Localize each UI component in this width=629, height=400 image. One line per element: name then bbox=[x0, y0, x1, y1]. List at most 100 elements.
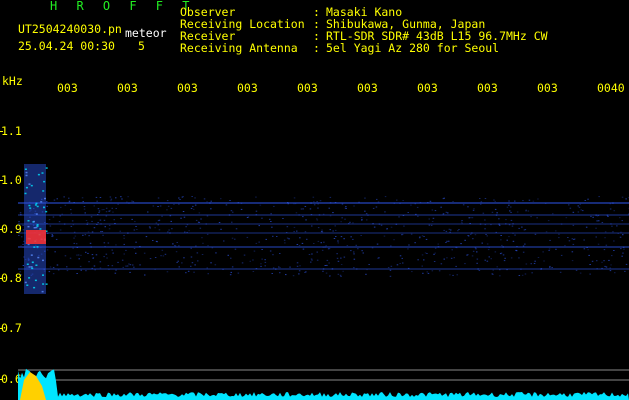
noise-dot bbox=[108, 224, 111, 226]
noise-dot bbox=[357, 248, 359, 250]
noise-dot bbox=[449, 274, 451, 276]
noise-dot bbox=[484, 259, 486, 261]
noise-dot bbox=[414, 203, 417, 205]
noise-dot bbox=[139, 246, 141, 248]
noise-dot bbox=[353, 205, 355, 207]
noise-dot bbox=[510, 211, 512, 213]
noise-dot bbox=[453, 257, 455, 259]
noise-dot bbox=[240, 208, 243, 210]
noise-dot bbox=[540, 268, 543, 269]
noise-dot bbox=[194, 204, 197, 206]
noise-dot bbox=[350, 250, 352, 252]
noise-dot bbox=[298, 270, 301, 272]
noise-dot bbox=[310, 261, 312, 263]
noise-dot bbox=[522, 251, 525, 253]
noise-dot bbox=[578, 206, 581, 208]
noise-dot bbox=[565, 217, 568, 219]
noise-dot bbox=[125, 265, 127, 267]
noise-dot bbox=[476, 258, 479, 260]
noise-dot bbox=[625, 198, 627, 200]
noise-dot bbox=[111, 207, 113, 209]
noise-dot bbox=[99, 219, 102, 221]
noise-dot bbox=[86, 223, 88, 225]
noise-dot bbox=[120, 218, 122, 219]
noise-dot bbox=[48, 219, 51, 221]
noise-dot bbox=[218, 222, 221, 223]
noise-dot bbox=[525, 210, 527, 212]
noise-dot bbox=[496, 212, 498, 214]
noise-dot bbox=[516, 211, 519, 213]
noise-dot bbox=[393, 239, 395, 241]
noise-dot bbox=[622, 234, 624, 236]
noise-dot bbox=[178, 197, 180, 199]
noise-dot bbox=[227, 254, 229, 256]
noise-dot bbox=[178, 203, 180, 205]
noise-dot bbox=[598, 196, 600, 198]
freq-tick-mark bbox=[0, 229, 3, 230]
noise-dot bbox=[198, 222, 201, 223]
noise-dot bbox=[210, 208, 212, 210]
noise-dot bbox=[371, 247, 374, 249]
noise-dot bbox=[445, 230, 448, 232]
noise-dot bbox=[152, 240, 154, 241]
noise-dot bbox=[360, 217, 363, 218]
noise-dot bbox=[587, 198, 589, 200]
noise-dot bbox=[520, 268, 522, 270]
noise-dot bbox=[201, 254, 204, 255]
echo-dot bbox=[27, 220, 30, 222]
noise-dot bbox=[597, 243, 600, 245]
noise-dot bbox=[484, 219, 486, 221]
noise-dot bbox=[108, 268, 110, 270]
noise-dot bbox=[596, 260, 598, 262]
noise-dot bbox=[56, 198, 58, 200]
noise-dot bbox=[272, 254, 274, 256]
noise-dot bbox=[129, 271, 131, 273]
echo-dot bbox=[35, 202, 38, 205]
noise-dot bbox=[508, 236, 510, 238]
noise-dot bbox=[455, 265, 457, 267]
echo-dot bbox=[25, 186, 28, 189]
noise-dot bbox=[161, 249, 164, 251]
noise-dot bbox=[573, 238, 575, 240]
noise-dot bbox=[136, 229, 138, 230]
noise-dot bbox=[484, 224, 487, 226]
noise-dot bbox=[530, 263, 532, 265]
noise-dot bbox=[571, 251, 574, 253]
noise-dot bbox=[206, 215, 209, 217]
noise-dot bbox=[568, 240, 571, 242]
noise-dot bbox=[112, 211, 114, 213]
noise-dot bbox=[335, 236, 337, 237]
noise-dot bbox=[491, 211, 494, 213]
noise-dot bbox=[270, 221, 272, 222]
noise-dot bbox=[57, 269, 60, 271]
noise-dot bbox=[508, 200, 510, 202]
noise-dot bbox=[72, 247, 74, 249]
noise-dot bbox=[66, 266, 68, 268]
noise-dot bbox=[206, 233, 209, 235]
noise-dot bbox=[157, 206, 159, 207]
noise-dot bbox=[76, 247, 79, 248]
noise-dot bbox=[126, 201, 128, 203]
noise-dot bbox=[613, 210, 615, 212]
noise-dot bbox=[73, 231, 76, 233]
noise-dot bbox=[272, 235, 274, 237]
noise-dot bbox=[269, 218, 271, 220]
noise-dot bbox=[206, 201, 208, 203]
echo-dot bbox=[28, 277, 31, 279]
meteor-count: 5 bbox=[138, 39, 145, 53]
noise-dot bbox=[568, 204, 570, 206]
noise-dot bbox=[401, 234, 403, 236]
noise-dot bbox=[285, 232, 288, 233]
noise-dot bbox=[46, 249, 49, 251]
noise-dot bbox=[90, 246, 92, 248]
echo-dot bbox=[28, 204, 31, 207]
noise-dot bbox=[22, 243, 24, 245]
noise-dot bbox=[249, 260, 251, 262]
noise-dot bbox=[193, 271, 195, 273]
noise-dot bbox=[79, 265, 82, 267]
noise-dot bbox=[125, 249, 127, 251]
noise-dot bbox=[105, 207, 108, 209]
noise-dot bbox=[317, 227, 320, 229]
noise-dot bbox=[345, 207, 347, 209]
noise-dot bbox=[264, 261, 267, 263]
